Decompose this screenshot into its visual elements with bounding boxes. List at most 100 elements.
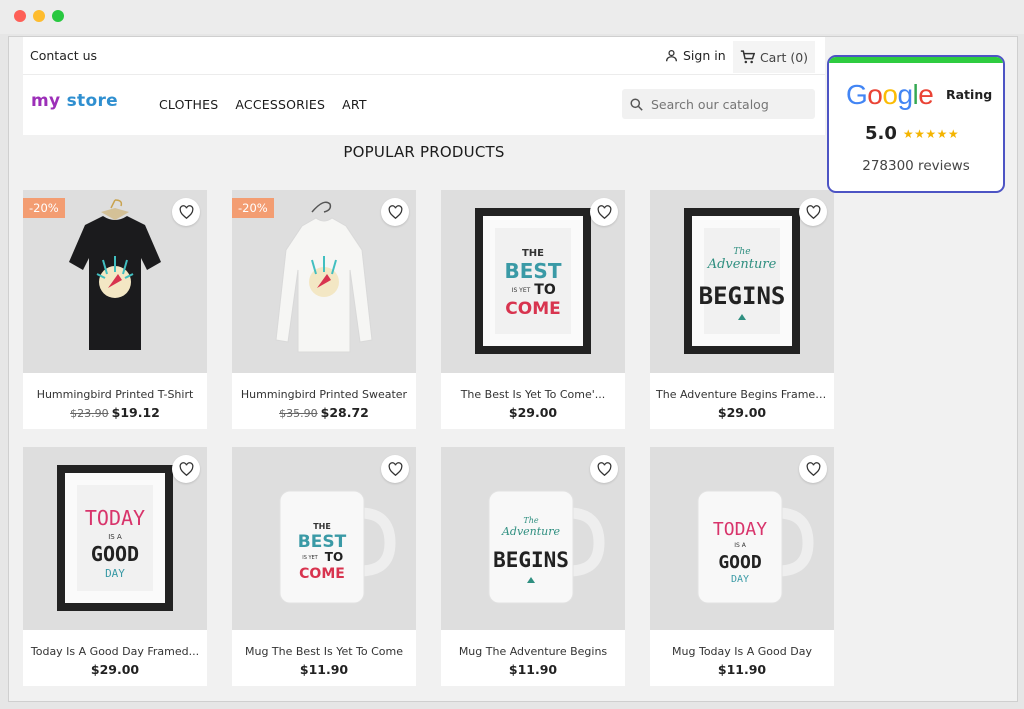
wishlist-button[interactable] [590, 198, 618, 226]
heart-icon [806, 462, 820, 476]
product-price: $11.90 [508, 662, 558, 677]
wishlist-button[interactable] [381, 198, 409, 226]
signin-label: Sign in [683, 48, 726, 63]
product-price-block: $29.00 [441, 405, 625, 420]
art-text: DAY [105, 567, 125, 580]
product-price-block: $11.90 [232, 662, 416, 677]
product-image[interactable]: -20% [232, 190, 416, 373]
menu-item-accessories[interactable]: ACCESSORIES [235, 97, 325, 112]
product-card[interactable]: -20% Hummingbird Printed Sweater $35.90 $… [232, 190, 416, 429]
product-card[interactable]: THE BEST IS YET TO COME The Best Is Yet … [441, 190, 625, 429]
main-menu: CLOTHES ACCESSORIES ART [159, 97, 367, 112]
main-navbar: my store CLOTHES ACCESSORIES ART [23, 75, 825, 135]
art-text: TO [534, 282, 556, 298]
old-price: $35.90 [279, 407, 318, 420]
product-name[interactable]: The Best Is Yet To Come'... [441, 388, 625, 401]
art-text: GOOD [718, 552, 762, 573]
wishlist-button[interactable] [172, 198, 200, 226]
heart-icon [388, 205, 402, 219]
art-text: Adventure [501, 525, 561, 538]
art-text: THE [313, 522, 331, 531]
signin-link[interactable]: Sign in [665, 48, 726, 63]
heart-icon [597, 205, 611, 219]
product-name[interactable]: The Adventure Begins Framed... [650, 388, 834, 401]
heart-icon [806, 205, 820, 219]
contact-link[interactable]: Contact us [30, 48, 97, 63]
art-text: COME [299, 566, 345, 582]
review-count[interactable]: 278300 reviews [829, 158, 1003, 174]
product-price: $11.90 [299, 662, 349, 677]
product-name[interactable]: Hummingbird Printed Sweater [232, 388, 416, 401]
old-price: $23.90 [70, 407, 109, 420]
product-price: $29.00 [508, 405, 558, 420]
menu-item-art[interactable]: ART [342, 97, 367, 112]
product-price-block: $11.90 [441, 662, 625, 677]
rating-score: 5.0 ★★★★★ [865, 123, 959, 144]
wishlist-button[interactable] [799, 198, 827, 226]
wishlist-button[interactable] [381, 455, 409, 483]
rating-accent-bar [829, 57, 1003, 63]
product-name[interactable]: Mug Today Is A Good Day [650, 645, 834, 658]
art-text: The [523, 516, 538, 525]
art-text: TO [325, 550, 343, 564]
heart-icon [179, 462, 193, 476]
art-text: BEST [505, 259, 562, 283]
product-image[interactable]: The Adventure BEGINS [650, 190, 834, 373]
browser-window: Contact us Sign in Cart (0) my store CLO… [0, 0, 1024, 709]
product-image[interactable]: TODAY IS A GOOD DAY [23, 447, 207, 630]
product-card[interactable]: The Adventure BEGINS The Adventure Begin… [650, 190, 834, 429]
wishlist-button[interactable] [590, 455, 618, 483]
close-window-button[interactable] [14, 10, 26, 22]
product-price: $11.90 [717, 662, 767, 677]
minimize-window-button[interactable] [33, 10, 45, 22]
wishlist-button[interactable] [172, 455, 200, 483]
art-text: THE [522, 248, 544, 259]
product-card[interactable]: TODAY IS A GOOD DAY Mug Today Is A Good … [650, 447, 834, 686]
wishlist-button[interactable] [799, 455, 827, 483]
product-price-block: $35.90 $28.72 [232, 405, 416, 420]
heart-icon [388, 462, 402, 476]
header-topbar: Contact us Sign in Cart (0) [23, 37, 825, 75]
cart-button[interactable]: Cart (0) [733, 41, 815, 73]
product-card[interactable]: -20% Hummingbird Printed T-Shirt $23.90 $… [23, 190, 207, 429]
google-rating-widget[interactable]: Google Rating 5.0 ★★★★★ 278300 reviews [827, 55, 1005, 193]
art-text: The [733, 247, 750, 257]
art-text: GOOD [91, 542, 139, 566]
search-icon[interactable] [630, 97, 643, 111]
art-text: BEST [298, 532, 347, 552]
product-name[interactable]: Mug The Adventure Begins [441, 645, 625, 658]
art-text: IS A [108, 533, 122, 541]
art-text: IS A [734, 542, 746, 549]
product-image[interactable]: The Adventure BEGINS [441, 447, 625, 630]
discount-badge: -20% [23, 198, 65, 218]
rating-label: Rating [946, 87, 993, 102]
product-image[interactable]: -20% [23, 190, 207, 373]
menu-item-clothes[interactable]: CLOTHES [159, 97, 218, 112]
art-text: TODAY [85, 506, 145, 530]
product-name[interactable]: Mug The Best Is Yet To Come [232, 645, 416, 658]
product-image[interactable]: TODAY IS A GOOD DAY [650, 447, 834, 630]
product-price: $28.72 [320, 405, 369, 420]
discount-badge: -20% [232, 198, 274, 218]
product-card[interactable]: THE BEST IS YET TO COME Mug The Best Is … [232, 447, 416, 686]
search-input[interactable] [651, 96, 801, 112]
cart-icon [740, 50, 755, 64]
product-image[interactable]: THE BEST IS YET TO COME [441, 190, 625, 373]
product-price: $19.12 [111, 405, 160, 420]
art-text: Adventure [707, 257, 777, 272]
product-price-block: $29.00 [650, 405, 834, 420]
product-card[interactable]: TODAY IS A GOOD DAY Today Is A Good Day … [23, 447, 207, 686]
product-price: $29.00 [90, 662, 140, 677]
art-text: DAY [731, 574, 749, 585]
product-image[interactable]: THE BEST IS YET TO COME [232, 447, 416, 630]
google-logo: Google [846, 79, 934, 110]
window-titlebar [0, 0, 1024, 34]
product-card[interactable]: The Adventure BEGINS Mug The Adventure B… [441, 447, 625, 686]
product-name[interactable]: Today Is A Good Day Framed... [23, 645, 207, 658]
heart-icon [597, 462, 611, 476]
art-text: IS YET [512, 287, 531, 294]
store-logo[interactable]: my store [31, 91, 118, 111]
maximize-window-button[interactable] [52, 10, 64, 22]
product-name[interactable]: Hummingbird Printed T-Shirt [23, 388, 207, 401]
logo-part-my: my [31, 91, 61, 111]
